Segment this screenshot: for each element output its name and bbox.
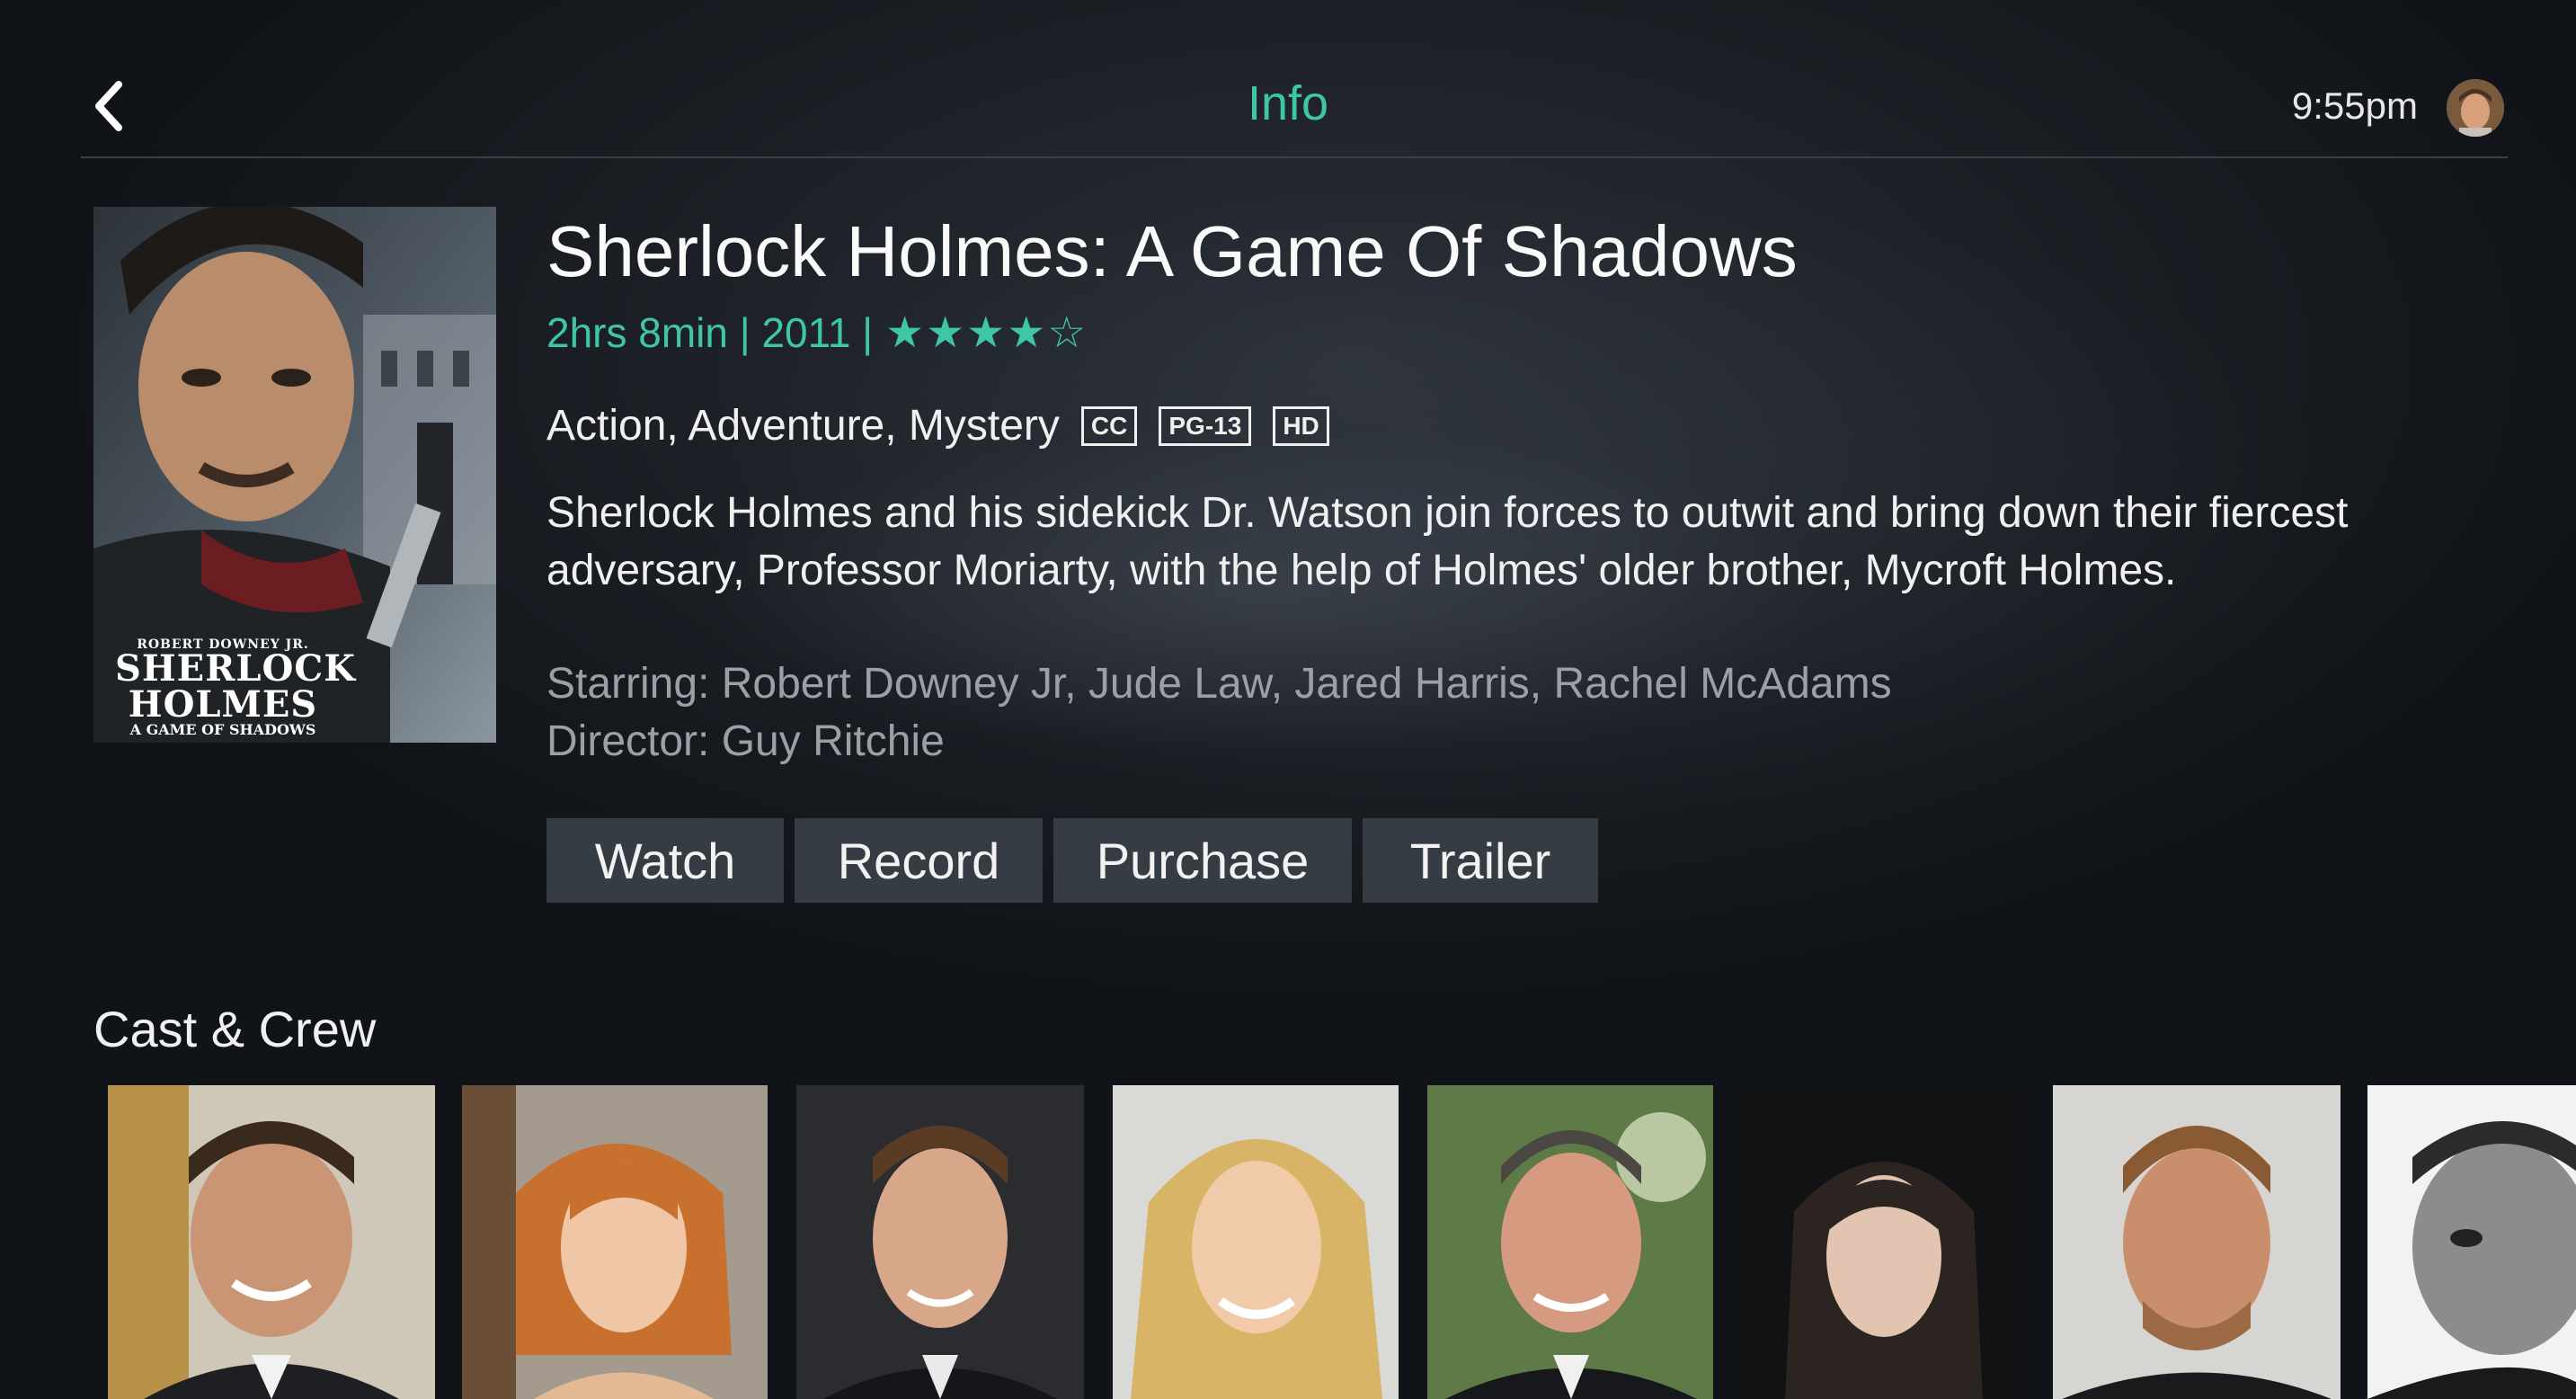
cast-card[interactable] (1740, 1085, 2026, 1399)
cast-carousel (108, 1085, 2576, 1399)
genre-line: Action, Adventure, Mystery CC PG-13 HD (546, 401, 2542, 450)
cast-photo (2053, 1085, 2341, 1399)
cast-photo (2367, 1085, 2576, 1399)
poster-title-1: SHERLOCK (115, 647, 356, 690)
watch-button[interactable]: Watch (546, 818, 784, 903)
user-avatar[interactable] (2447, 79, 2504, 137)
header-divider (81, 156, 2508, 158)
cast-card[interactable] (462, 1085, 768, 1399)
cast-photo (1113, 1085, 1399, 1399)
star-filled-icon: ★ (1007, 309, 1048, 357)
movie-details: Sherlock Holmes: A Game Of Shadows 2hrs … (546, 207, 2542, 771)
page-title: Info (1247, 76, 1329, 130)
purchase-button[interactable]: Purchase (1053, 818, 1352, 903)
rating-badge: PG-13 (1159, 405, 1252, 446)
starring: Starring: Robert Downey Jr, Jude Law, Ja… (546, 660, 1892, 708)
cast-card[interactable] (796, 1085, 1084, 1399)
top-bar: Info 9:55pm (0, 0, 2576, 158)
poster-subtitle: A GAME OF SHADOWS (129, 721, 316, 738)
movie-meta: 2hrs 8min | 2011 | ★ ★ ★ ★ ☆ (546, 307, 2542, 358)
cast-photo (462, 1085, 768, 1399)
star-filled-icon: ★ (926, 309, 967, 357)
cast-card[interactable] (1427, 1085, 1713, 1399)
star-empty-icon: ☆ (1047, 309, 1088, 357)
cc-badge: CC (1080, 405, 1138, 446)
action-buttons: Watch Record Purchase Trailer (546, 818, 1598, 903)
cast-photo (1740, 1085, 2026, 1399)
clock: 9:55pm (2291, 85, 2418, 127)
movie-poster[interactable]: ROBERT DOWNEY JR. SHERLOCK HOLMES A GAME… (93, 207, 496, 743)
star-filled-icon: ★ (885, 309, 927, 357)
trailer-button[interactable]: Trailer (1363, 818, 1598, 903)
star-filled-icon: ★ (966, 309, 1008, 357)
genres: Action, Adventure, Mystery (546, 402, 1060, 450)
cast-photo (1427, 1085, 1713, 1399)
runtime-year: 2hrs 8min | 2011 | (546, 309, 874, 356)
cast-card[interactable] (2367, 1085, 2576, 1399)
star-rating: ★ ★ ★ ★ ☆ (885, 307, 1088, 358)
cast-heading: Cast & Crew (93, 1001, 377, 1057)
director: Director: Guy Ritchie (546, 717, 945, 765)
poster-title-2: HOLMES (128, 683, 318, 726)
cast-photo (796, 1085, 1084, 1399)
record-button[interactable]: Record (795, 818, 1043, 903)
cast-card[interactable] (1113, 1085, 1399, 1399)
avatar-image (2447, 79, 2504, 137)
synopsis: Sherlock Holmes and his sidekick Dr. Wat… (546, 489, 2349, 594)
cast-photo (108, 1085, 435, 1399)
credits: Starring: Robert Downey Jr, Jude Law, Ja… (546, 655, 2542, 771)
movie-title: Sherlock Holmes: A Game Of Shadows (546, 211, 1798, 291)
cast-card[interactable] (2053, 1085, 2341, 1399)
cast-card[interactable] (108, 1085, 435, 1399)
hd-badge: HD (1273, 405, 1329, 446)
poster-title-block: ROBERT DOWNEY JR. SHERLOCK HOLMES A GAME… (115, 638, 356, 738)
